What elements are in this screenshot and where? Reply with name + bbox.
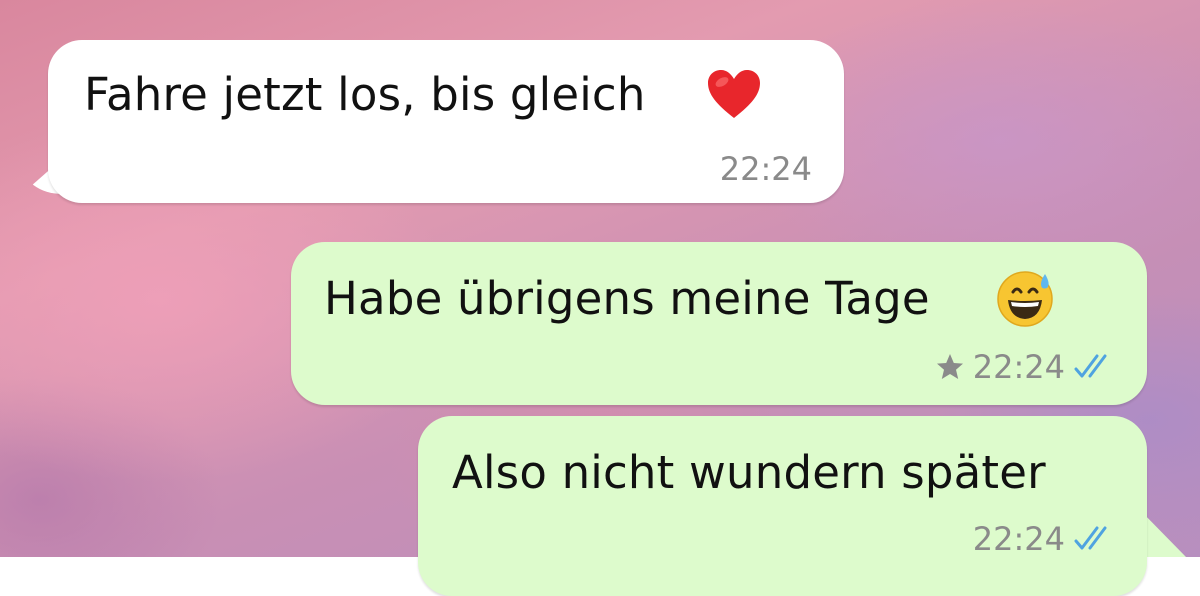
message-meta: 22:24 <box>973 520 1117 558</box>
message-meta: 22:24 <box>720 150 812 188</box>
red-heart-icon <box>706 68 762 124</box>
message-time: 22:24 <box>719 150 812 188</box>
star-icon <box>935 352 965 382</box>
message-text: Habe übrigens meine Tage <box>324 272 930 325</box>
message-time: 22:24 <box>972 348 1065 386</box>
message-time: 22:24 <box>972 520 1065 558</box>
message-meta: 22:24 <box>935 348 1117 386</box>
message-bubble-outgoing[interactable]: Also nicht wundern später 22:24 <box>418 416 1147 596</box>
grinning-face-with-sweat-icon <box>995 268 1055 332</box>
message-bubble-incoming[interactable]: Fahre jetzt los, bis gleich 22:24 <box>48 40 844 203</box>
message-text: Also nicht wundern später <box>452 446 1046 499</box>
message-bubble-outgoing[interactable]: Habe übrigens meine Tage 22:24 <box>291 242 1147 405</box>
double-check-read-icon <box>1073 524 1117 554</box>
double-check-read-icon <box>1073 352 1117 382</box>
message-text: Fahre jetzt los, bis gleich <box>84 68 646 121</box>
